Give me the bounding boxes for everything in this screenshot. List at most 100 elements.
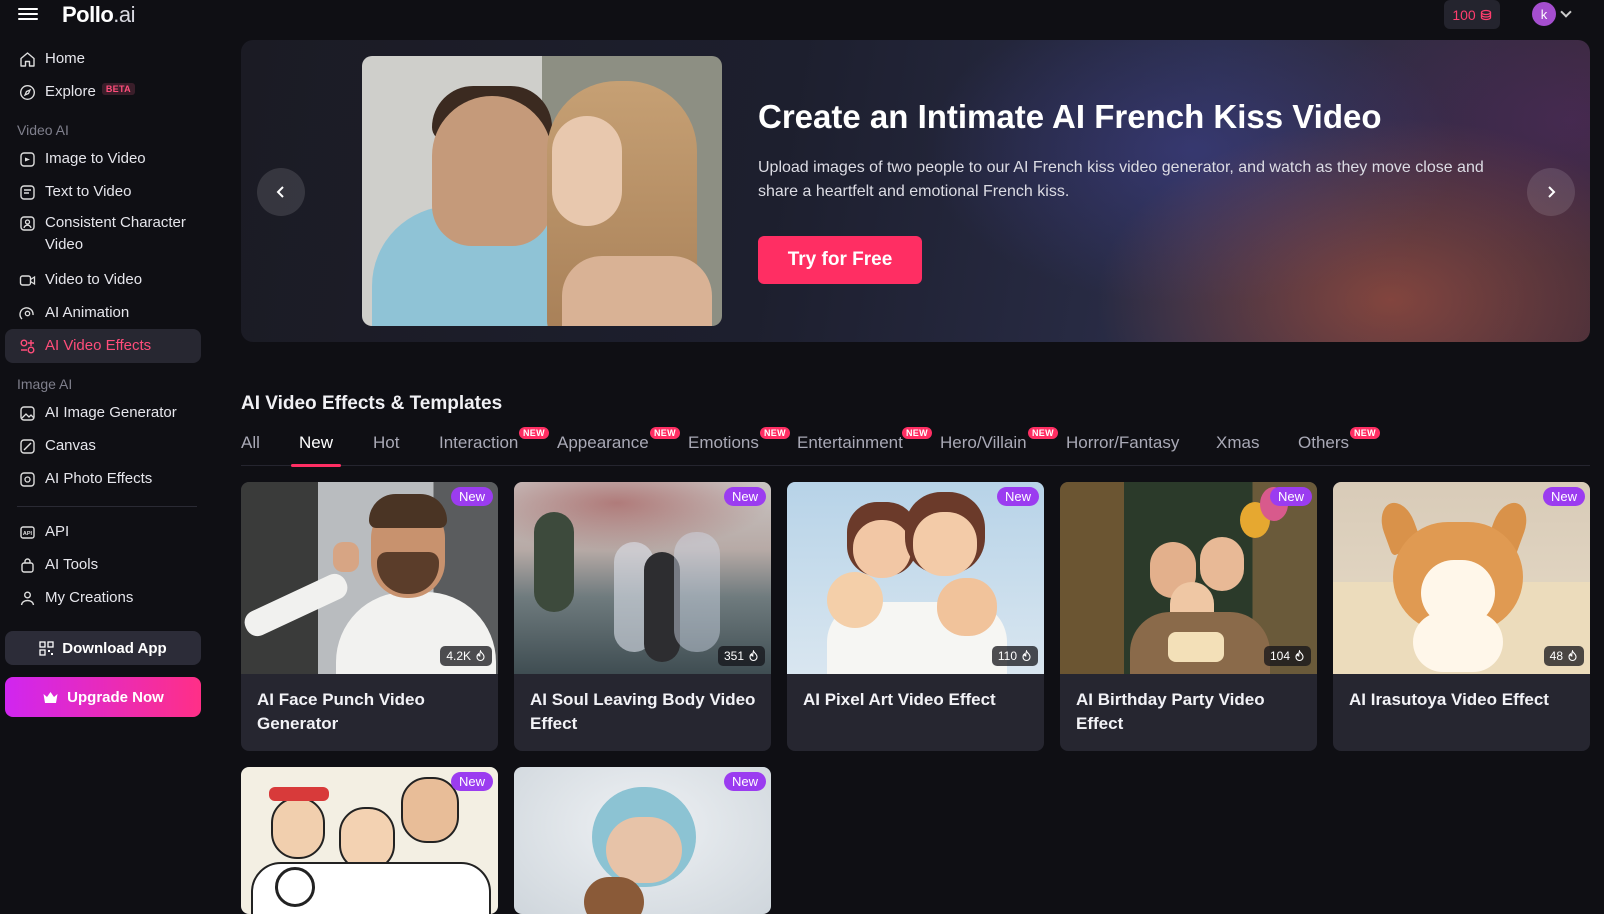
new-badge: NEW (519, 427, 549, 439)
sidebar-item-ai-animation[interactable]: AI Animation (5, 296, 201, 330)
sidebar-item-ai-photo-effects[interactable]: AI Photo Effects (5, 462, 201, 496)
usage-count-value: 48 (1549, 649, 1563, 663)
hero-prev-button[interactable] (257, 168, 305, 216)
sidebar-item-ai-image-generator[interactable]: AI Image Generator (5, 396, 201, 430)
effect-card[interactable]: New (241, 767, 498, 914)
logo[interactable]: Pollo.ai (62, 2, 136, 28)
download-app-label: Download App (62, 639, 167, 657)
effect-card[interactable]: New (514, 767, 771, 914)
new-badge: New (1542, 487, 1585, 506)
tab-new[interactable]: New (291, 433, 342, 467)
sidebar-item-label: Image to Video (45, 150, 146, 167)
tab-label: Emotions (688, 433, 759, 452)
compass-icon (18, 83, 36, 101)
home-icon (18, 50, 36, 68)
tab-hot[interactable]: Hot (373, 433, 399, 453)
tab-label: Hot (373, 433, 400, 452)
tab-active-indicator (291, 464, 342, 467)
new-badge: New (450, 487, 493, 506)
account-menu[interactable]: k (1532, 2, 1572, 26)
sidebar-item-text-to-video[interactable]: Text to Video (5, 175, 201, 209)
usage-count-value: 104 (1269, 649, 1290, 663)
section-title: AI Video Effects & Templates (241, 393, 503, 414)
hero-title: Create an Intimate AI French Kiss Video (758, 98, 1382, 135)
effect-card-irasutoya[interactable]: New 48 AI Irasutoya Video Effect (1333, 482, 1590, 751)
tab-horror-fantasy[interactable]: Horror/Fantasy (1066, 433, 1179, 453)
new-badge: NEW (1028, 427, 1058, 439)
canvas-icon (18, 437, 36, 455)
sidebar-item-image-to-video[interactable]: Image to Video (5, 142, 201, 176)
coin-icon (1480, 9, 1491, 20)
tab-label: New (299, 433, 334, 452)
new-badge: New (450, 772, 493, 791)
try-for-free-button[interactable]: Try for Free (758, 236, 922, 284)
creations-icon (18, 589, 36, 607)
tab-interaction[interactable]: Interaction NEW (439, 427, 549, 453)
fire-icon (749, 650, 758, 662)
effect-card-face-punch[interactable]: New 4.2K AI Face Punch Video Generator (241, 482, 498, 751)
sidebar-item-label: Home (45, 50, 86, 67)
effect-card-birthday-party[interactable]: New 104 AI Birthday Party Video Effect (1060, 482, 1317, 751)
sidebar-item-video-to-video[interactable]: Video to Video (5, 263, 201, 297)
sidebar-item-label: AI Video Effects (45, 337, 152, 354)
effect-card-soul-leaving-body[interactable]: New 351 AI Soul Leaving Body Video Effec… (514, 482, 771, 751)
sidebar-item-label: Video to Video (45, 271, 143, 288)
credits-button[interactable]: 100 (1444, 0, 1500, 29)
sidebar-item-label: Canvas (45, 437, 96, 454)
usage-count-value: 110 (997, 649, 1017, 663)
tab-entertainment[interactable]: Entertainment NEW (797, 427, 932, 453)
beta-badge: BETA (101, 83, 135, 95)
tab-label: All (241, 433, 260, 452)
api-icon: API (18, 523, 36, 541)
tab-label: Interaction (439, 433, 519, 452)
tab-others[interactable]: Others NEW (1298, 427, 1380, 453)
download-app-button[interactable]: Download App (5, 631, 201, 665)
tab-appearance[interactable]: Appearance NEW (557, 427, 680, 453)
credits-count: 100 (1452, 6, 1476, 23)
effects-icon (18, 337, 36, 355)
fire-icon (1568, 650, 1577, 662)
new-badge: NEW (650, 427, 680, 439)
sidebar-item-label: AI Photo Effects (45, 470, 153, 487)
hero-image (362, 56, 722, 326)
photo-effects-icon (18, 470, 36, 488)
tab-emotions[interactable]: Emotions NEW (688, 427, 790, 453)
upgrade-now-label: Upgrade Now (67, 688, 164, 706)
sidebar-item-label: AI Tools (45, 556, 99, 573)
sidebar-item-canvas[interactable]: Canvas (5, 429, 201, 463)
sidebar-item-label: Consistent Character Video (45, 214, 186, 253)
tab-label: Appearance (557, 433, 649, 452)
tab-label: Xmas (1216, 433, 1260, 452)
logo-text: Pollo (62, 2, 114, 27)
card-title: AI Irasutoya Video Effect (1349, 690, 1549, 709)
usage-count-value: 4.2K (446, 649, 471, 663)
sidebar-item-home[interactable]: Home (5, 42, 201, 76)
sidebar-item-consistent-character-video[interactable]: Consistent Character Video (5, 208, 201, 256)
card-title: AI Soul Leaving Body Video Effect (530, 690, 756, 733)
sidebar-item-label: API (45, 523, 70, 540)
tab-all[interactable]: All (241, 433, 260, 453)
sidebar-item-label: AI Image Generator (45, 404, 177, 421)
sidebar-item-api[interactable]: API API (5, 515, 201, 549)
avatar: k (1532, 2, 1556, 26)
tools-icon (18, 556, 36, 574)
usage-count: 110 (991, 646, 1038, 666)
card-title: AI Pixel Art Video Effect (803, 690, 996, 709)
sidebar-item-explore[interactable]: Explore BETA (5, 75, 201, 109)
sidebar-item-ai-video-effects[interactable]: AI Video Effects (5, 329, 201, 363)
chevron-left-icon (276, 186, 284, 198)
tab-xmas[interactable]: Xmas (1216, 433, 1259, 453)
hero-next-button[interactable] (1527, 168, 1575, 216)
tab-hero-villain[interactable]: Hero/Villain NEW (940, 427, 1058, 453)
usage-count: 4.2K (440, 646, 492, 666)
effect-card-pixel-art[interactable]: New 110 AI Pixel Art Video Effect (787, 482, 1044, 751)
animation-icon (18, 304, 36, 322)
sidebar-item-my-creations[interactable]: My Creations (5, 581, 201, 615)
chevron-right-icon (1548, 186, 1556, 198)
menu-icon[interactable] (18, 5, 38, 23)
image-generator-icon (18, 404, 36, 422)
upgrade-now-button[interactable]: Upgrade Now (5, 677, 201, 717)
hero-description: Upload images of two people to our AI Fr… (758, 159, 1484, 200)
sidebar-item-ai-tools[interactable]: AI Tools (5, 548, 201, 582)
new-badge: New (723, 772, 766, 791)
